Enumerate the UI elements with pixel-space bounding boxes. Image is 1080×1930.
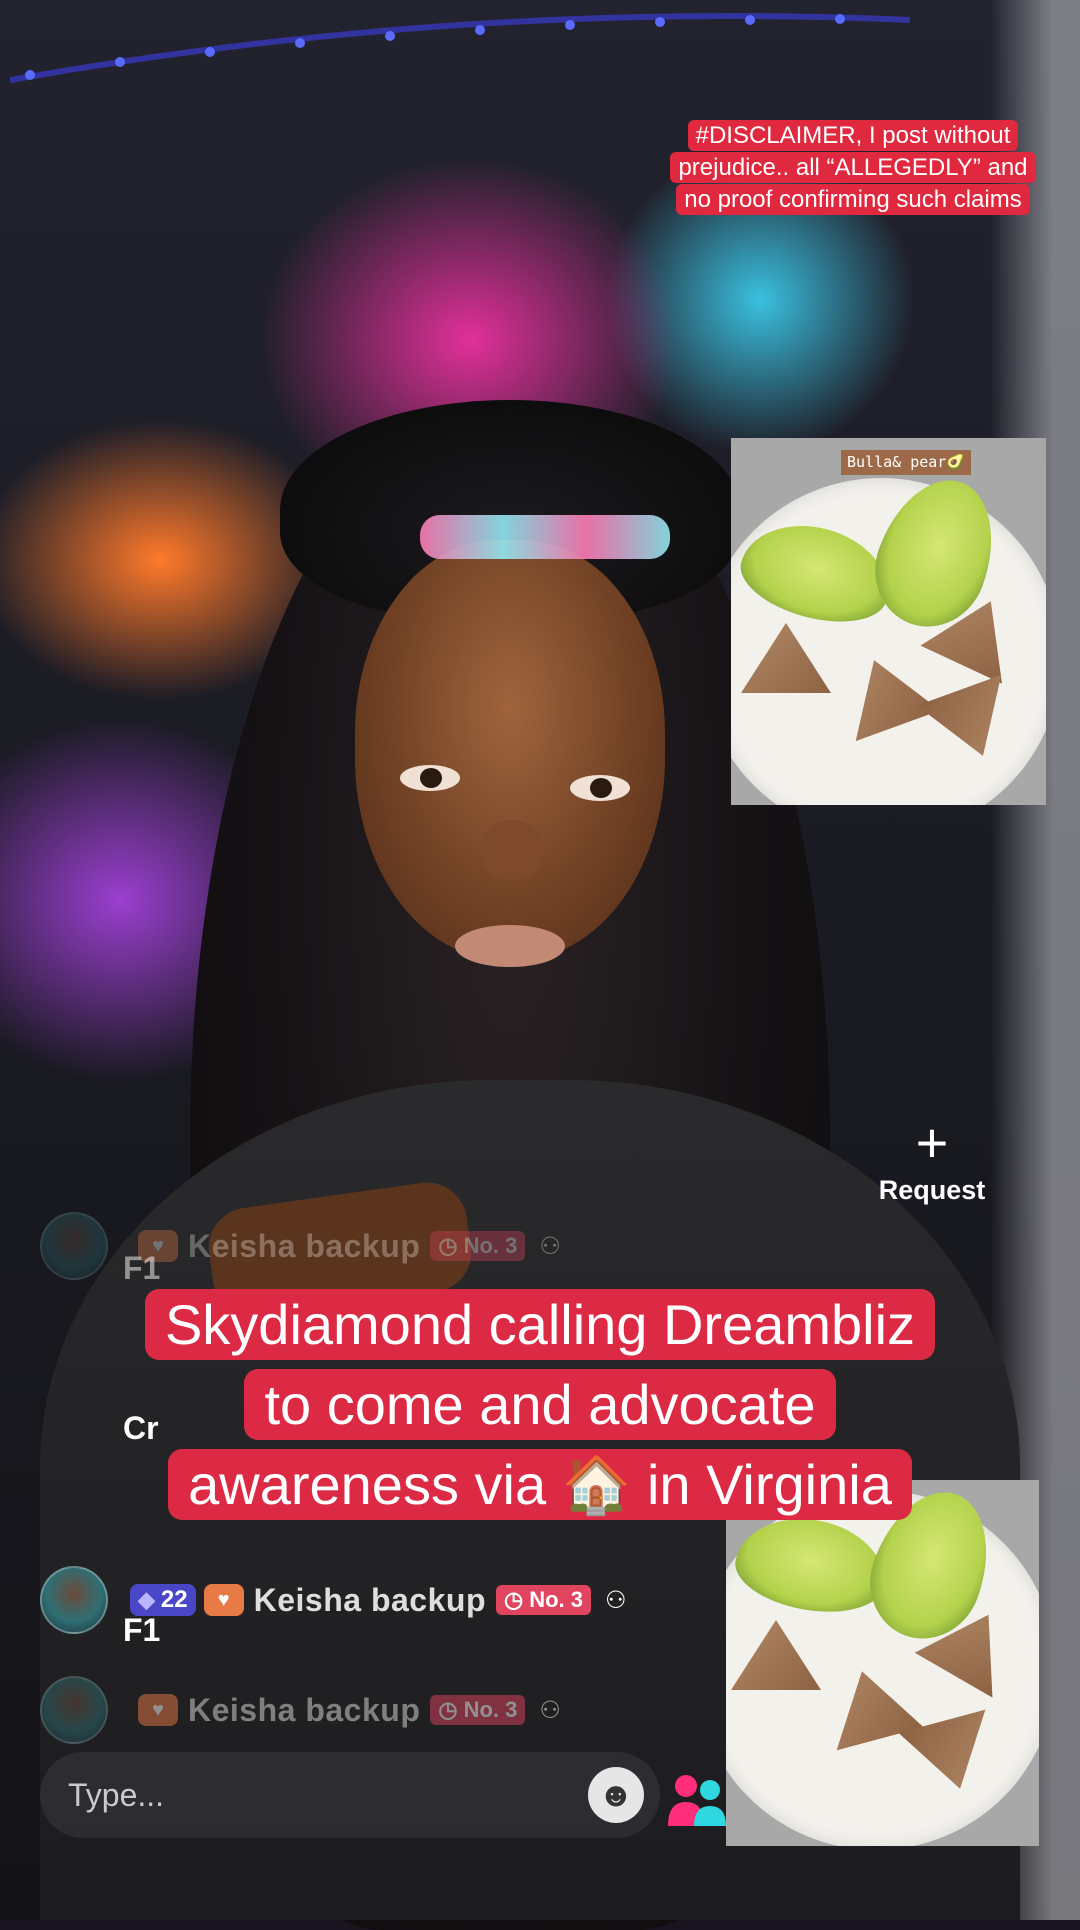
caption-line-2: to come and advocate bbox=[244, 1369, 836, 1440]
heart-badge-icon: ♥ bbox=[203, 1584, 244, 1616]
comment-input-placeholder[interactable]: Type... bbox=[68, 1777, 588, 1814]
emoji-icon[interactable]: ☻ bbox=[588, 1767, 644, 1823]
rank-badge: ◷ No. 3 bbox=[495, 1585, 591, 1615]
comment-username[interactable]: Keisha backup bbox=[254, 1582, 486, 1619]
people-icon[interactable] bbox=[664, 1770, 734, 1830]
heart-badge-icon: ♥ bbox=[138, 1694, 178, 1726]
avatar[interactable] bbox=[40, 1212, 108, 1280]
clock-icon: ◷ bbox=[438, 1697, 458, 1722]
clock-icon: ◷ bbox=[503, 1587, 524, 1612]
comment-input[interactable]: Type... ☻ bbox=[40, 1752, 660, 1838]
comment-username[interactable]: Keisha backup bbox=[188, 1228, 420, 1265]
clock-icon: ◷ bbox=[438, 1233, 458, 1258]
caption-line-1: Skydiamond calling Dreambliz bbox=[144, 1289, 936, 1360]
gem-icon: ◆ bbox=[138, 1587, 155, 1612]
avatar[interactable] bbox=[40, 1676, 108, 1744]
food-photo-bottom bbox=[726, 1480, 1039, 1846]
streamer-nose bbox=[480, 820, 544, 880]
comment-text: F1 bbox=[123, 1612, 161, 1648]
rank-badge: ◷ No. 3 bbox=[430, 1695, 526, 1725]
follow-icon[interactable]: ⚇ bbox=[539, 1696, 561, 1725]
led-light-strip bbox=[10, 13, 910, 83]
streamer-lips bbox=[455, 925, 565, 967]
streamer-face bbox=[355, 540, 665, 960]
comment-row: ♥ Keisha backup ◷ No. 3 ⚇ bbox=[40, 1212, 561, 1280]
follow-icon[interactable]: ⚇ bbox=[605, 1586, 627, 1615]
follow-icon[interactable]: ⚇ bbox=[539, 1232, 561, 1261]
streamer-headband bbox=[420, 515, 670, 559]
streamer-right-eye bbox=[570, 775, 630, 801]
food-photo-top: Bulla& pear🥑 bbox=[731, 438, 1046, 805]
avatar[interactable] bbox=[40, 1566, 108, 1634]
streamer-left-eye bbox=[400, 765, 460, 791]
comment-row: ♥ Keisha backup ◷ No. 3 ⚇ bbox=[40, 1676, 561, 1744]
comment-text: F1 bbox=[123, 1250, 161, 1286]
plus-icon: + bbox=[915, 1111, 949, 1174]
caption-overlay: Skydiamond calling Dreambliz to come and… bbox=[40, 1285, 1040, 1525]
caption-line-3: awareness via 🏠 in Virginia bbox=[168, 1449, 912, 1520]
food-label: Bulla& pear🥑 bbox=[841, 450, 972, 475]
comment-username[interactable]: Keisha backup bbox=[188, 1692, 420, 1729]
request-button[interactable]: + Request bbox=[862, 1115, 1002, 1206]
request-label: Request bbox=[878, 1175, 986, 1205]
disclaimer-text: #DISCLAIMER, I post without prejudice.. … bbox=[662, 120, 1044, 216]
rank-badge: ◷ No. 3 bbox=[430, 1231, 526, 1261]
